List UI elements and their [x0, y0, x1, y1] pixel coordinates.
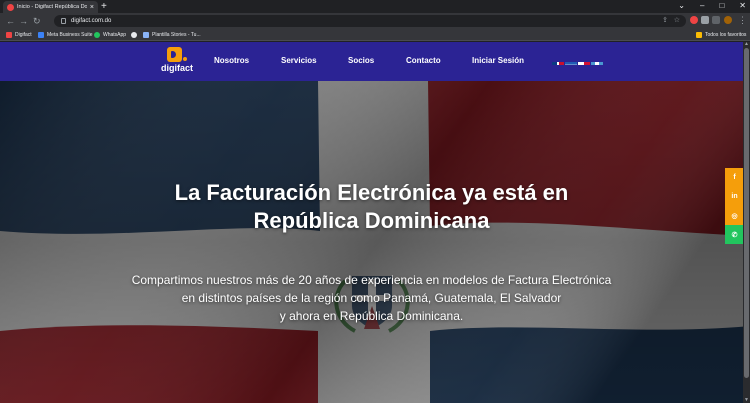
nav-contacto[interactable]: Contacto [406, 56, 441, 65]
lock-icon [61, 18, 66, 24]
bookmark-item[interactable] [131, 29, 140, 41]
close-window-icon[interactable]: ✕ [739, 1, 746, 11]
facebook-icon[interactable]: f [725, 168, 744, 187]
all-bookmarks-label: Todos los favoritos [705, 32, 747, 38]
bookmark-item[interactable]: Meta Business Suite [38, 29, 93, 41]
extension-icon[interactable] [690, 16, 698, 24]
hero-title: La Facturación Electrónica ya está en Re… [0, 179, 743, 235]
whatsapp-icon [94, 32, 100, 38]
nav-iniciar-sesion[interactable]: Iniciar Sesión [472, 56, 524, 65]
maximize-icon[interactable]: □ [719, 1, 724, 11]
whatsapp-icon[interactable]: ✆ [725, 225, 744, 244]
tab-search-icon[interactable]: ⌄ [678, 1, 685, 11]
logo-dot [183, 57, 187, 61]
back-icon[interactable]: ← [6, 15, 15, 27]
scroll-up-icon[interactable]: ▲ [743, 42, 750, 47]
flag-panama-icon[interactable] [578, 57, 590, 65]
vertical-scrollbar[interactable]: ▲ ▼ [743, 42, 750, 403]
hero-description: Compartimos nuestros más de 20 años de e… [0, 271, 743, 325]
browser-tab-strip: Inicio - Digifact República Domi × + ⌄ –… [0, 0, 750, 13]
profile-avatar[interactable] [724, 16, 732, 24]
globe-icon [131, 32, 137, 38]
hero-description-line: en distintos países de la región como Pa… [181, 291, 562, 305]
meta-icon [38, 32, 44, 38]
browser-tab-active[interactable]: Inicio - Digifact República Domi × [3, 1, 98, 13]
hero-title-line: República Dominicana [253, 208, 490, 233]
bookmark-label: Digifact [15, 32, 32, 38]
browser-toolbar: ← → ↻ digifact.com.do ⇪ ☆ ⋮ [0, 13, 750, 29]
logo-mark-icon [167, 47, 182, 62]
bookmark-item[interactable]: Digifact [6, 29, 32, 41]
scrollbar-thumb[interactable] [744, 48, 749, 378]
forward-icon[interactable]: → [19, 15, 28, 27]
hero-description-line: Compartimos nuestros más de 20 años de e… [131, 273, 612, 287]
page-viewport: digifact Nosotros Servicios Socios Conta… [0, 42, 750, 403]
instagram-icon[interactable]: ◎ [725, 206, 744, 225]
template-icon [143, 32, 149, 38]
all-bookmarks[interactable]: Todos los favoritos [696, 29, 746, 41]
sidepanel-icon[interactable] [712, 16, 720, 24]
reload-icon[interactable]: ↻ [33, 15, 41, 27]
digifact-logo[interactable]: digifact [161, 47, 193, 77]
bookmark-star-icon[interactable]: ☆ [674, 15, 680, 27]
menu-kebab-icon[interactable]: ⋮ [738, 14, 747, 26]
tab-favicon-icon [7, 3, 14, 11]
flag-dominican-republic-icon[interactable] [552, 57, 564, 65]
flag-honduras-icon[interactable] [565, 57, 577, 65]
hero-section: La Facturación Electrónica ya está en Re… [0, 81, 750, 403]
folder-icon [696, 32, 702, 38]
scroll-down-icon[interactable]: ▼ [743, 398, 750, 403]
bookmark-item[interactable]: WhatsApp [94, 29, 126, 41]
bookmark-favicon-icon [6, 32, 12, 38]
new-tab-button[interactable]: + [101, 1, 107, 12]
share-icon[interactable]: ⇪ [662, 15, 668, 27]
minimize-icon[interactable]: – [700, 1, 704, 11]
bookmark-label: Plantilla Stories - Tu... [152, 32, 201, 38]
dominican-flag-background [0, 81, 750, 403]
tab-title: Inicio - Digifact República Domi [17, 4, 87, 10]
bookmark-item[interactable]: Plantilla Stories - Tu... [143, 29, 201, 41]
nav-socios[interactable]: Socios [348, 56, 374, 65]
country-flags [552, 57, 603, 65]
url-text: digifact.com.do [71, 18, 112, 24]
flag-guatemala-icon[interactable] [591, 57, 603, 65]
tab-close-icon[interactable]: × [90, 4, 94, 11]
nav-servicios[interactable]: Servicios [281, 56, 317, 65]
window-controls: ⌄ – □ ✕ [678, 1, 746, 11]
linkedin-icon[interactable]: in [725, 187, 744, 206]
hero-title-line: La Facturación Electrónica ya está en [174, 180, 569, 205]
address-bar[interactable]: digifact.com.do ⇪ ☆ [54, 15, 686, 27]
bookmarks-bar: Digifact Meta Business Suite WhatsApp Pl… [0, 29, 750, 41]
bookmark-label: WhatsApp [103, 32, 127, 38]
site-navbar: digifact Nosotros Servicios Socios Conta… [0, 42, 750, 81]
logo-wordmark: digifact [161, 63, 194, 73]
hero-description-line: y ahora en República Dominicana. [279, 309, 464, 323]
bookmark-label: Meta Business Suite [47, 32, 93, 38]
nav-nosotros[interactable]: Nosotros [214, 56, 249, 65]
puzzle-icon[interactable] [701, 16, 709, 24]
